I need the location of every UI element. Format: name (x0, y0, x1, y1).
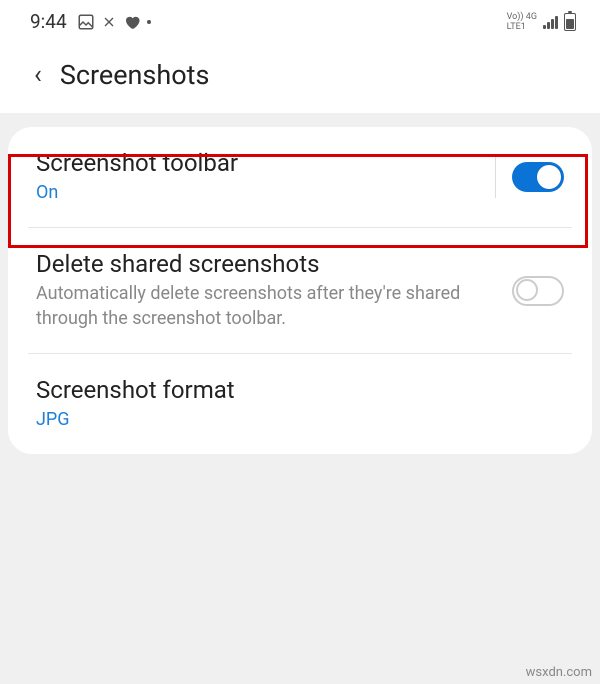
page-header: ‹ Screenshots (0, 41, 600, 113)
image-icon (77, 13, 95, 31)
vertical-divider (495, 156, 496, 198)
back-button[interactable]: ‹ (34, 62, 42, 88)
status-icons (77, 13, 151, 31)
dot-icon (147, 20, 151, 24)
setting-screenshot-toolbar[interactable]: Screenshot toolbar On (8, 127, 592, 227)
toolbar-toggle[interactable] (512, 162, 564, 192)
status-right: Vo)) 4G LTE1 (507, 12, 576, 32)
setting-status: On (36, 181, 479, 205)
watermark: wsxdn.com (526, 665, 592, 680)
network-label: Vo)) 4G LTE1 (507, 12, 537, 32)
setting-value: JPG (36, 408, 564, 432)
content-area: Screenshot toolbar On Delete shared scre… (0, 113, 600, 454)
setting-screenshot-format[interactable]: Screenshot format JPG (8, 354, 592, 454)
status-bar: 9:44 Vo)) 4G LTE1 (0, 0, 600, 41)
setting-delete-shared[interactable]: Delete shared screenshots Automatically … (8, 228, 592, 353)
heart-icon (123, 13, 141, 31)
signal-icon (543, 15, 558, 29)
setting-title: Delete shared screenshots (36, 250, 496, 278)
cross-icon (101, 14, 117, 30)
setting-description: Automatically delete screenshots after t… (36, 282, 496, 331)
setting-title: Screenshot format (36, 376, 564, 404)
battery-icon (564, 13, 576, 31)
status-time: 9:44 (30, 10, 67, 33)
settings-card: Screenshot toolbar On Delete shared scre… (8, 127, 592, 454)
setting-title: Screenshot toolbar (36, 149, 479, 177)
status-left: 9:44 (30, 10, 151, 33)
delete-toggle[interactable] (512, 276, 564, 306)
page-title: Screenshots (60, 59, 210, 91)
